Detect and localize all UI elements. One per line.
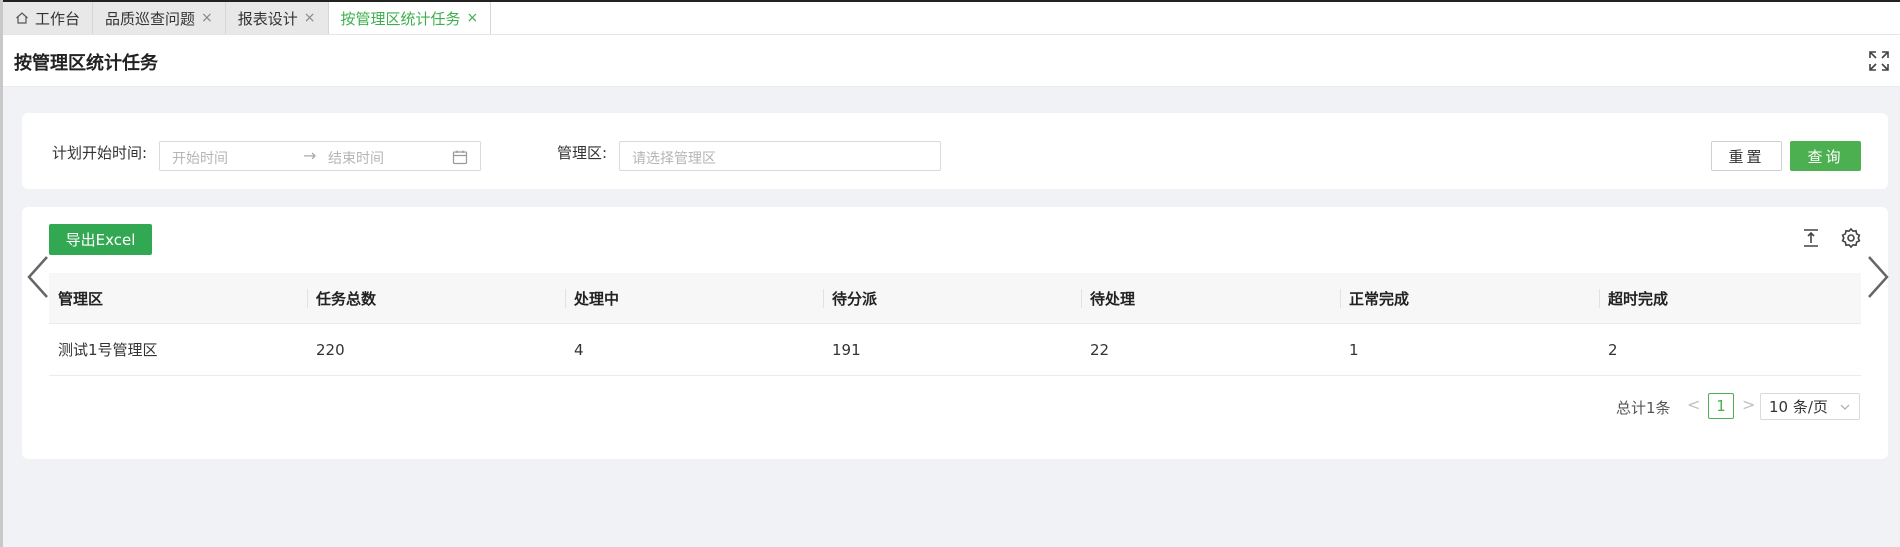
pagination-total: 总计1条 xyxy=(1616,399,1671,417)
start-date-input[interactable]: 开始时间 xyxy=(172,148,228,168)
results-panel: 导出Excel 管理区 任务总数 处理中 待分派 待处理 正常完成 超时完成 测… xyxy=(22,207,1888,459)
tab-quality-inspection[interactable]: 品质巡查问题 × xyxy=(93,2,226,34)
tab-label: 报表设计 xyxy=(237,9,298,28)
mgmt-area-label: 管理区: xyxy=(557,144,608,162)
column-header[interactable]: 管理区 xyxy=(49,273,307,323)
table-header: 管理区 任务总数 处理中 待分派 待处理 正常完成 超时完成 xyxy=(49,273,1861,324)
next-page-button[interactable]: > xyxy=(1742,395,1755,414)
tab-label: 按管理区统计任务 xyxy=(340,9,461,28)
fullscreen-icon[interactable] xyxy=(1868,50,1890,72)
table-cell: 4 xyxy=(574,340,584,359)
column-header[interactable]: 待处理 xyxy=(1081,273,1340,323)
table-row[interactable]: 测试1号管理区 220 4 191 22 1 2 xyxy=(49,324,1861,376)
column-header[interactable]: 超时完成 xyxy=(1599,273,1861,323)
calendar-icon xyxy=(452,149,468,165)
export-excel-button[interactable]: 导出Excel xyxy=(49,224,152,255)
close-icon[interactable]: × xyxy=(201,10,213,26)
page-size-value: 10 条/页 xyxy=(1769,398,1828,416)
tab-workbench[interactable]: 工作台 xyxy=(3,2,94,34)
column-header[interactable]: 处理中 xyxy=(565,273,823,323)
date-range-picker[interactable]: 开始时间 → 结束时间 xyxy=(159,141,481,171)
table-cell: 2 xyxy=(1608,340,1618,359)
filter-panel: 计划开始时间: 开始时间 → 结束时间 管理区: 请选择管理区 重置 查询 xyxy=(22,113,1888,189)
tab-report-design[interactable]: 报表设计 × xyxy=(225,2,329,34)
table-cell: 22 xyxy=(1090,340,1110,359)
page-size-select[interactable]: 10 条/页 xyxy=(1760,393,1860,420)
home-icon xyxy=(15,11,29,25)
table-cell: 191 xyxy=(832,340,861,359)
reset-button[interactable]: 重置 xyxy=(1711,141,1782,171)
column-header[interactable]: 任务总数 xyxy=(307,273,565,323)
table-cell: 测试1号管理区 xyxy=(58,341,158,359)
range-arrow-icon: → xyxy=(303,146,317,165)
tab-task-stats-by-area[interactable]: 按管理区统计任务 × xyxy=(328,2,492,34)
settings-gear-icon[interactable] xyxy=(1840,227,1862,249)
table-cell: 1 xyxy=(1349,340,1359,359)
close-icon[interactable]: × xyxy=(467,10,479,26)
page-title: 按管理区统计任务 xyxy=(14,53,158,74)
page-header: 按管理区统计任务 xyxy=(3,35,1900,87)
column-height-icon[interactable] xyxy=(1800,227,1822,249)
scroll-right-arrow-icon[interactable] xyxy=(1865,253,1891,301)
column-header[interactable]: 待分派 xyxy=(823,273,1081,323)
query-button[interactable]: 查询 xyxy=(1790,141,1861,171)
prev-page-button[interactable]: < xyxy=(1687,395,1700,414)
end-date-input[interactable]: 结束时间 xyxy=(328,148,384,168)
plan-start-label: 计划开始时间: xyxy=(52,144,148,162)
chevron-down-icon xyxy=(1839,397,1851,420)
column-header[interactable]: 正常完成 xyxy=(1340,273,1599,323)
page-number-button[interactable]: 1 xyxy=(1708,393,1734,419)
stats-table: 管理区 任务总数 处理中 待分派 待处理 正常完成 超时完成 测试1号管理区 2… xyxy=(49,273,1861,376)
close-icon[interactable]: × xyxy=(304,10,316,26)
tab-label: 品质巡查问题 xyxy=(105,9,196,28)
mgmt-area-placeholder: 请选择管理区 xyxy=(632,151,716,167)
table-cell: 220 xyxy=(316,340,345,359)
scroll-left-arrow-icon[interactable] xyxy=(25,253,51,301)
tab-label: 工作台 xyxy=(35,9,81,28)
mgmt-area-select[interactable]: 请选择管理区 xyxy=(619,141,941,171)
tab-bar: 工作台 品质巡查问题 × 报表设计 × 按管理区统计任务 × xyxy=(3,2,1900,35)
